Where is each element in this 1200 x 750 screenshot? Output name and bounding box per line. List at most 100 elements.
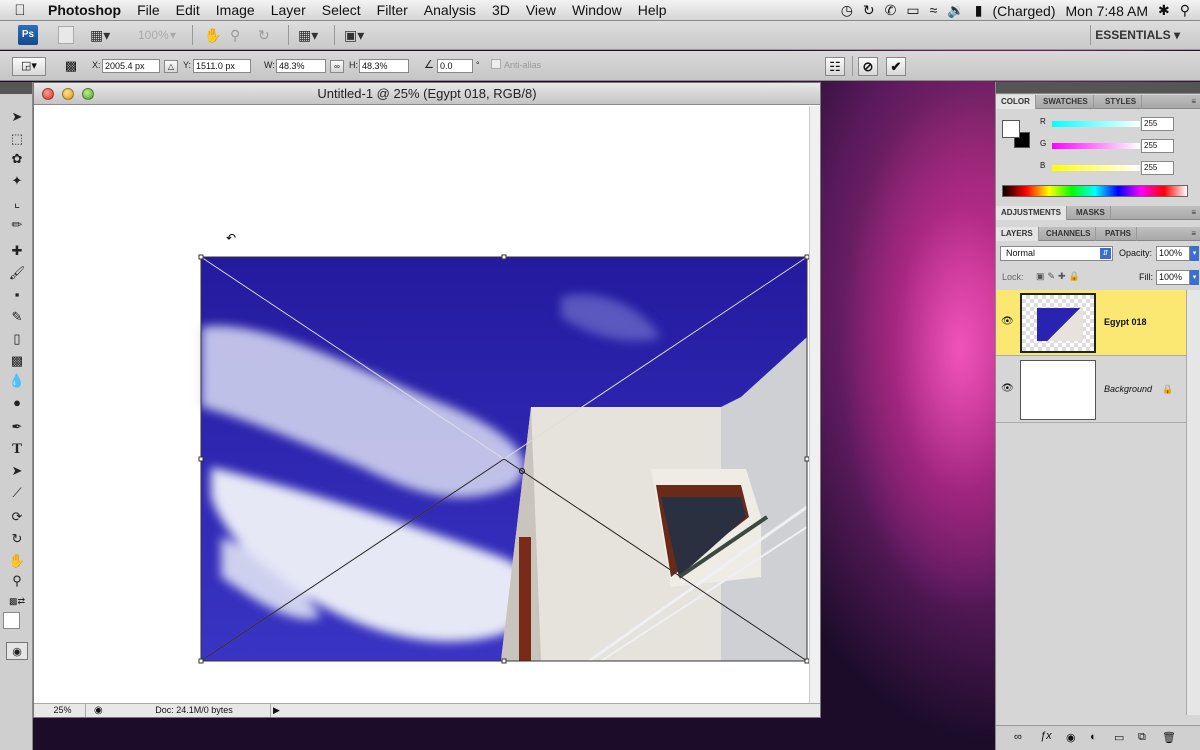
default-colors-icon[interactable]: ▩⇄ bbox=[6, 592, 28, 610]
3d-orbit-tool-icon[interactable]: ↻ bbox=[6, 530, 28, 548]
move-tool-icon[interactable]: ➤ bbox=[6, 108, 28, 126]
3d-rotate-tool-icon[interactable]: ⟳ bbox=[6, 508, 28, 526]
opacity-dropdown-icon[interactable]: ▾ bbox=[1190, 246, 1199, 261]
zoom-level-select[interactable]: 100% bbox=[138, 26, 169, 44]
lock-options-icons[interactable]: ▣✎✚🔒 bbox=[1036, 271, 1083, 282]
red-value-field[interactable]: 255 bbox=[1141, 117, 1174, 131]
zoom-tool-icon[interactable]: ⚲ bbox=[230, 26, 240, 44]
layer-name[interactable]: Egypt 018 bbox=[1104, 317, 1147, 327]
minimize-window-icon[interactable] bbox=[62, 88, 74, 100]
green-value-field[interactable]: 255 bbox=[1141, 139, 1174, 153]
apple-menu-icon[interactable]:  bbox=[0, 2, 40, 19]
menu-file[interactable]: File bbox=[129, 0, 168, 21]
tools-panel-header[interactable] bbox=[0, 82, 32, 94]
blur-tool-icon[interactable]: 💧 bbox=[6, 372, 28, 390]
magic-wand-tool-icon[interactable]: ✦ bbox=[6, 172, 28, 190]
foreground-color-swatch[interactable] bbox=[1002, 120, 1020, 138]
spotlight-search-icon[interactable]: ⚲ bbox=[1180, 0, 1190, 21]
tab-styles[interactable]: STYLES bbox=[1100, 95, 1143, 109]
antialias-checkbox[interactable] bbox=[491, 59, 501, 69]
battery-icon[interactable]: ▮ bbox=[975, 0, 983, 21]
tab-layers[interactable]: LAYERS bbox=[996, 227, 1039, 241]
zoom-window-icon[interactable] bbox=[82, 88, 94, 100]
view-extras-icon[interactable]: ▦▾ bbox=[90, 26, 110, 44]
bridge-icon[interactable] bbox=[58, 26, 74, 44]
zoom-tool-icon[interactable]: ⚲ bbox=[6, 572, 28, 590]
display-icon[interactable]: ▭ bbox=[906, 0, 919, 21]
battery-status[interactable]: (Charged) bbox=[992, 3, 1055, 19]
tab-color[interactable]: COLOR bbox=[996, 95, 1036, 109]
hand-tool-icon[interactable]: ✋ bbox=[204, 26, 221, 44]
document-title-bar[interactable]: Untitled-1 @ 25% (Egypt 018, RGB/8) bbox=[34, 83, 820, 105]
adjustment-layer-icon[interactable]: ◐ bbox=[1090, 731, 1097, 743]
path-selection-tool-icon[interactable]: ➤ bbox=[6, 462, 28, 480]
link-layers-icon[interactable]: ∞ bbox=[1014, 731, 1022, 743]
menu-app-photoshop[interactable]: Photoshop bbox=[40, 0, 129, 21]
zoom-dropdown-icon[interactable]: ▾ bbox=[170, 26, 176, 44]
blue-value-field[interactable]: 255 bbox=[1141, 161, 1174, 175]
tab-adjustments[interactable]: ADJUSTMENTS bbox=[996, 206, 1068, 220]
menu-edit[interactable]: Edit bbox=[168, 0, 208, 21]
transform-image[interactable]: ↶ bbox=[34, 106, 810, 703]
arrange-documents-icon[interactable]: ▦▾ bbox=[298, 26, 318, 44]
height-field[interactable]: 48.3% bbox=[359, 59, 409, 73]
delete-layer-icon[interactable]: 🗑 bbox=[1162, 731, 1176, 744]
status-info-icon[interactable]: ◉ bbox=[94, 704, 103, 717]
blue-slider[interactable] bbox=[1052, 165, 1140, 171]
history-brush-tool-icon[interactable]: ✎ bbox=[6, 308, 28, 326]
x-position-field[interactable]: 2005.4 px bbox=[102, 59, 160, 73]
width-field[interactable]: 48.3% bbox=[276, 59, 326, 73]
time-machine-icon[interactable]: ◷ bbox=[841, 0, 853, 21]
menu-filter[interactable]: Filter bbox=[369, 0, 416, 21]
blend-mode-select[interactable]: Normal ⇵ bbox=[1000, 246, 1113, 261]
vertical-scrollbar[interactable] bbox=[809, 106, 820, 703]
workspace-switcher[interactable]: ESSENTIALS ▾ bbox=[1095, 28, 1180, 42]
close-window-icon[interactable] bbox=[42, 88, 54, 100]
menu-3d[interactable]: 3D bbox=[484, 0, 518, 21]
dodge-tool-icon[interactable]: ● bbox=[6, 394, 28, 412]
canvas-area[interactable]: ↶ bbox=[34, 106, 810, 703]
color-spectrum-ramp[interactable] bbox=[1002, 185, 1188, 197]
eraser-tool-icon[interactable]: ▯ bbox=[6, 330, 28, 348]
panel-menu-icon[interactable]: ≡ bbox=[1186, 95, 1200, 109]
rotate-view-icon[interactable]: ↻ bbox=[258, 26, 270, 44]
new-group-icon[interactable]: ▭ bbox=[1114, 731, 1124, 744]
tab-masks[interactable]: MASKS bbox=[1071, 206, 1111, 220]
pen-tool-icon[interactable]: ✒ bbox=[6, 418, 28, 436]
fill-field[interactable]: 100% bbox=[1156, 270, 1190, 285]
tab-swatches[interactable]: SWATCHES bbox=[1038, 95, 1094, 109]
status-menu-arrow-icon[interactable]: ▶ bbox=[270, 704, 282, 717]
zoom-level-field[interactable]: 25% bbox=[40, 704, 86, 717]
green-slider[interactable] bbox=[1052, 143, 1140, 149]
warp-mode-icon[interactable]: ☷ bbox=[825, 57, 845, 76]
commit-transform-button[interactable]: ✔ bbox=[886, 57, 906, 76]
visibility-eye-icon[interactable]: 👁 bbox=[1001, 316, 1014, 327]
hand-tool-icon[interactable]: ✋ bbox=[6, 552, 28, 570]
crop-tool-icon[interactable]: ⌞ bbox=[6, 194, 28, 212]
menu-select[interactable]: Select bbox=[314, 0, 369, 21]
relative-position-icon[interactable]: △ bbox=[164, 60, 178, 73]
opacity-field[interactable]: 100% bbox=[1156, 246, 1190, 261]
y-position-field[interactable]: 1511.0 px bbox=[193, 59, 251, 73]
new-layer-icon[interactable]: ⧉ bbox=[1138, 731, 1146, 744]
layer-style-fx-icon[interactable]: ƒx bbox=[1040, 730, 1052, 742]
cancel-transform-button[interactable]: ⊘ bbox=[858, 57, 878, 76]
rotate-angle-field[interactable]: 0.0 bbox=[437, 59, 473, 73]
red-slider[interactable] bbox=[1052, 121, 1140, 127]
sync-icon[interactable]: ↻ bbox=[863, 0, 875, 21]
clock[interactable]: Mon 7:48 AM bbox=[1066, 3, 1149, 19]
clone-stamp-tool-icon[interactable]: ▪ bbox=[6, 286, 28, 304]
panel-menu-icon[interactable]: ≡ bbox=[1186, 206, 1200, 220]
phone-icon[interactable]: ✆ bbox=[885, 0, 897, 21]
line-tool-icon[interactable]: ⟋ bbox=[6, 484, 28, 502]
menu-window[interactable]: Window bbox=[564, 0, 630, 21]
menu-layer[interactable]: Layer bbox=[263, 0, 314, 21]
layer-row-egypt-018[interactable]: 👁 Egypt 018 bbox=[996, 290, 1186, 356]
fill-dropdown-icon[interactable]: ▾ bbox=[1190, 270, 1199, 285]
visibility-eye-icon[interactable]: 👁 bbox=[1001, 383, 1014, 394]
bluetooth-icon[interactable]: ✱ bbox=[1158, 0, 1170, 21]
layer-name[interactable]: Background bbox=[1104, 384, 1152, 394]
link-icon[interactable]: ∞ bbox=[330, 60, 344, 73]
brush-tool-icon[interactable]: 🖌 bbox=[6, 264, 28, 282]
add-mask-icon[interactable]: ◉ bbox=[1066, 731, 1076, 744]
